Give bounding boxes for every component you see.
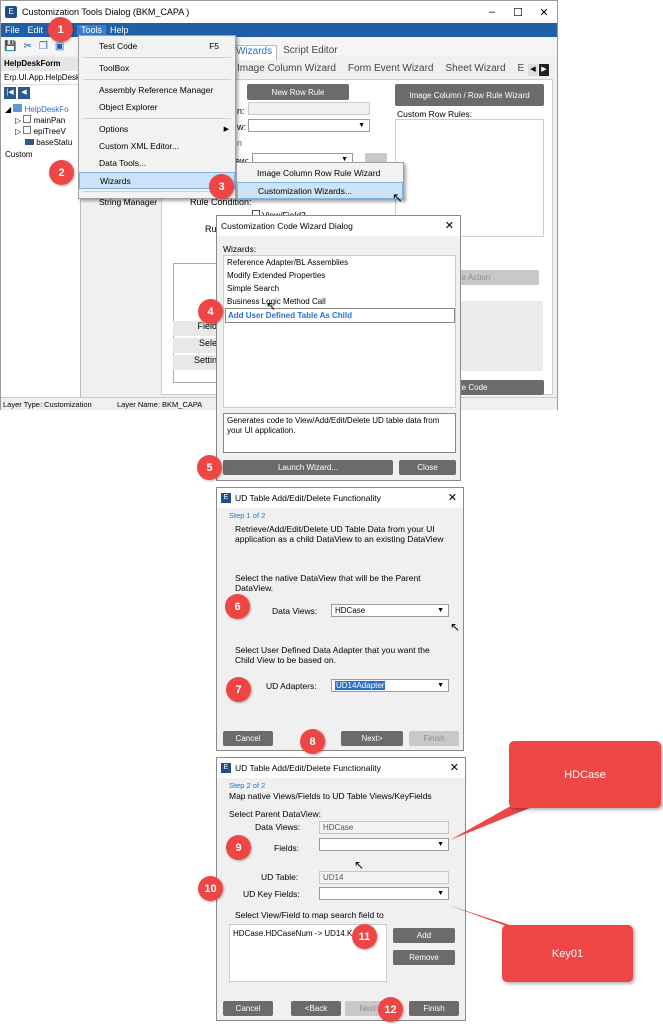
step-badge-7: 7 [226, 677, 251, 702]
callout-bottom: Key01 [502, 925, 633, 982]
callout-pointers [448, 798, 545, 940]
callout-bottom-text: Key01 [551, 947, 584, 960]
step-badge-12: 12 [378, 997, 403, 1022]
callout-top-text: HDCase [564, 768, 606, 781]
step-badge-6: 6 [225, 594, 250, 619]
step-badge-8: 8 [300, 729, 325, 754]
step-badge-4: 4 [198, 299, 223, 324]
step-badge-3: 3 [209, 174, 234, 199]
step-badge-10: 10 [198, 876, 223, 901]
step-badge-1: 1 [48, 17, 73, 42]
step-badge-11: 11 [352, 924, 377, 949]
step-badge-2: 2 [49, 160, 74, 185]
step-badge-9: 9 [226, 835, 251, 860]
callout-top: HDCase [509, 741, 661, 808]
step-badge-5: 5 [197, 455, 222, 480]
